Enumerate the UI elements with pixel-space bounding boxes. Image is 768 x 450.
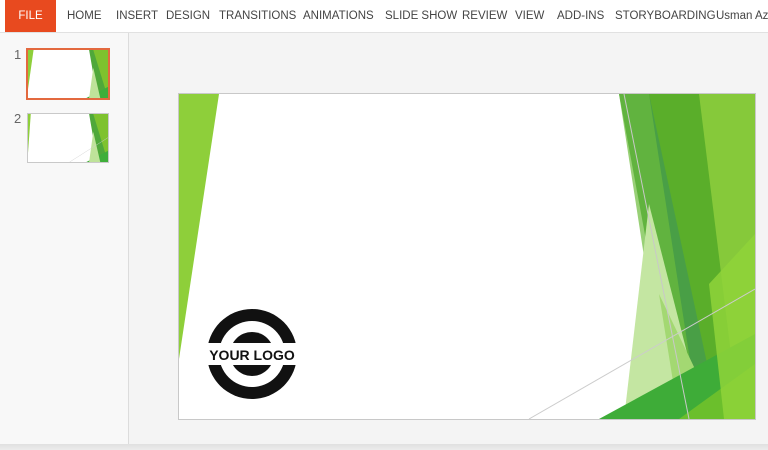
slide-number-1: 1 (14, 47, 22, 62)
tab-review[interactable]: REVIEW (462, 0, 507, 32)
user-account-name[interactable]: Usman Aziz (716, 0, 768, 32)
your-logo-badge: YOUR LOGO (205, 309, 299, 399)
tab-design[interactable]: DESIGN (166, 0, 210, 32)
slide-thumbnail-2[interactable] (27, 113, 109, 163)
bottom-edge (0, 444, 768, 450)
slide-number-2: 2 (14, 111, 22, 126)
tab-add-ins[interactable]: ADD-INS (557, 0, 604, 32)
slide-thumbnail-1[interactable] (26, 48, 110, 100)
tab-file[interactable]: FILE (5, 0, 56, 32)
tab-home[interactable]: HOME (67, 0, 102, 32)
tab-view[interactable]: VIEW (515, 0, 544, 32)
logo-text: YOUR LOGO (209, 347, 295, 363)
tab-insert[interactable]: INSERT (116, 0, 158, 32)
tab-storyboarding[interactable]: STORYBOARDING (615, 0, 716, 32)
tab-slide-show[interactable]: SLIDE SHOW (385, 0, 457, 32)
tab-animations[interactable]: ANIMATIONS (303, 0, 374, 32)
slide-canvas[interactable]: YOUR LOGO (178, 93, 756, 420)
slide-thumbnail-pane: 1 2 (0, 33, 129, 445)
tab-transitions[interactable]: TRANSITIONS (219, 0, 296, 32)
thumbnail-2-graphic (28, 114, 108, 162)
thumbnail-1-graphic (28, 50, 108, 98)
ribbon-tab-bar: FILE HOME INSERT DESIGN TRANSITIONS ANIM… (0, 0, 768, 33)
